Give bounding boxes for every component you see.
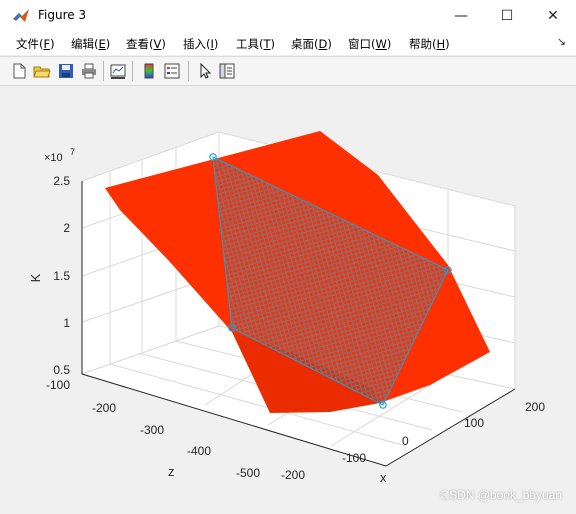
x-tick-label: 0	[402, 434, 409, 448]
z-tick-label: -100	[46, 378, 70, 392]
z-tick-label: -400	[187, 444, 211, 458]
link-plot-icon[interactable]	[109, 62, 127, 80]
menu-help[interactable]: 帮助(H)	[409, 36, 450, 52]
legend-icon[interactable]	[163, 62, 181, 80]
exponent-prefix: ×10	[44, 152, 63, 164]
property-inspector-icon[interactable]	[218, 62, 236, 80]
k-axis-label: K	[28, 273, 43, 282]
minimize-button[interactable]: —	[438, 0, 484, 31]
z-axis-label: z	[168, 464, 175, 479]
menu-tools[interactable]: 工具(T)	[236, 36, 275, 52]
z-tick-label: -300	[140, 423, 164, 437]
matlab-icon	[13, 9, 29, 22]
title-bar: Figure 3 — ☐ ✕	[0, 0, 576, 32]
surface-plot[interactable]: ×10 7 2.5 2 1.5 1 0.5 K -100 -200 -300 -…	[0, 86, 576, 514]
toolbar	[0, 56, 576, 86]
dock-arrow-icon[interactable]: ↘	[557, 35, 566, 48]
x-tick-label: -100	[342, 451, 366, 465]
menu-bar: 文件(F) 编辑(E) 查看(V) 插入(I) 工具(T) 桌面(D) 窗口(W…	[0, 31, 576, 55]
menu-edit[interactable]: 编辑(E)	[71, 36, 110, 52]
window-title: Figure 3	[38, 8, 87, 22]
figure-canvas: ×10 7 2.5 2 1.5 1 0.5 K -100 -200 -300 -…	[0, 86, 576, 514]
menu-insert[interactable]: 插入(I)	[183, 36, 218, 52]
new-figure-icon[interactable]	[10, 62, 28, 80]
x-tick-label: -200	[281, 468, 305, 482]
k-tick-label: 2	[63, 221, 70, 235]
maximize-button[interactable]: ☐	[484, 0, 530, 31]
pointer-icon[interactable]	[196, 62, 214, 80]
x-tick-label: 100	[464, 416, 484, 430]
menu-desktop[interactable]: 桌面(D)	[291, 36, 332, 52]
menu-file[interactable]: 文件(F)	[16, 36, 55, 52]
save-icon[interactable]	[57, 62, 75, 80]
print-icon[interactable]	[80, 62, 98, 80]
background-window-stub	[0, 88, 8, 102]
close-button[interactable]: ✕	[530, 0, 576, 31]
k-tick-label: 1	[63, 316, 70, 330]
colorbar-icon[interactable]	[140, 62, 158, 80]
k-tick-label: 2.5	[53, 174, 70, 188]
x-tick-label: 200	[525, 400, 545, 414]
z-tick-label: -500	[236, 466, 260, 480]
menu-window[interactable]: 窗口(W)	[348, 36, 391, 52]
k-tick-label: 1.5	[53, 269, 70, 283]
menu-view[interactable]: 查看(V)	[126, 36, 166, 52]
z-tick-label: -200	[92, 401, 116, 415]
exponent-value: 7	[70, 147, 75, 157]
watermark: CSDN @book_bbyuan	[440, 488, 562, 502]
k-tick-label: 0.5	[53, 363, 70, 377]
open-file-icon[interactable]	[33, 62, 51, 80]
x-axis-label: x	[380, 470, 387, 485]
